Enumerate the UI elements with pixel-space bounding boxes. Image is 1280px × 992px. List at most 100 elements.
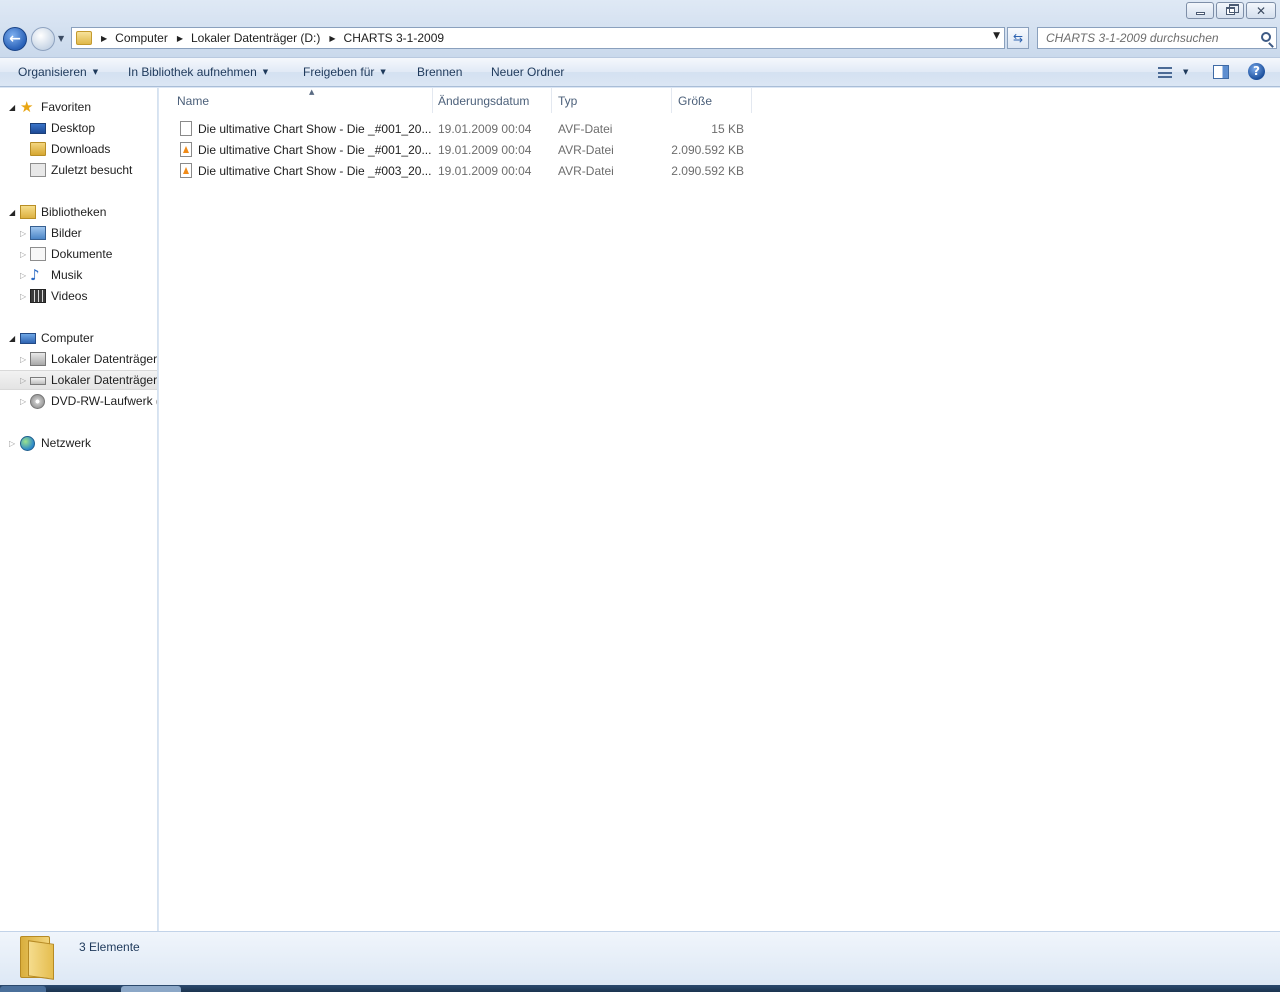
- file-row[interactable]: Die ultimative Chart Show - Die _#001_20…: [172, 140, 752, 160]
- organize-label: Organisieren: [18, 65, 87, 79]
- file-row[interactable]: Die ultimative Chart Show - Die _#001_20…: [172, 119, 752, 139]
- breadcrumb-separator-icon[interactable]: ▶: [101, 34, 107, 43]
- folder-icon: [76, 31, 92, 45]
- nav-music-label: Musik: [51, 268, 83, 282]
- file-name[interactable]: Die ultimative Chart Show - Die _#003_20…: [198, 164, 431, 178]
- computer-icon: [20, 332, 36, 344]
- libraries-icon: [20, 205, 36, 219]
- restore-button[interactable]: [1216, 2, 1244, 19]
- address-dropdown-icon[interactable]: ▼: [993, 31, 1000, 41]
- network-icon: [20, 435, 35, 451]
- view-details-icon[interactable]: [1158, 67, 1172, 78]
- chevron-down-icon: ▼: [262, 68, 269, 76]
- share-label: Freigeben für: [303, 65, 375, 79]
- nav-favorites[interactable]: ◢ ★ Favoriten: [0, 97, 157, 117]
- navigation-pane: ◢ ★ Favoriten Desktop Downloads Zuletzt …: [0, 88, 158, 931]
- music-icon: ♪: [30, 266, 40, 284]
- column-header-date-label: Änderungsdatum: [438, 94, 530, 108]
- desktop-icon: [30, 123, 46, 134]
- expand-arrow-icon[interactable]: ▷: [20, 376, 26, 385]
- breadcrumb-drive[interactable]: Lokaler Datenträger (D:): [191, 31, 320, 45]
- nav-favorites-label: Favoriten: [41, 100, 92, 114]
- taskbar-button[interactable]: [121, 986, 181, 992]
- new-folder-button[interactable]: Neuer Ordner: [491, 65, 564, 79]
- include-library-menu[interactable]: In Bibliothek aufnehmen ▼: [128, 65, 268, 79]
- nav-network[interactable]: ▷ Netzwerk: [0, 433, 157, 453]
- videos-icon: [30, 289, 46, 303]
- nav-documents[interactable]: ▷ Dokumente: [0, 244, 157, 264]
- chevron-down-icon: ▼: [380, 68, 386, 76]
- expand-arrow-icon[interactable]: ▷: [20, 355, 26, 364]
- help-icon[interactable]: ?: [1248, 63, 1265, 80]
- close-button[interactable]: ✕: [1246, 2, 1276, 19]
- nav-downloads[interactable]: Downloads: [0, 139, 157, 159]
- nav-computer[interactable]: ◢ Computer: [0, 328, 157, 348]
- nav-libraries[interactable]: ◢ Bibliotheken: [0, 202, 157, 222]
- system-drive-icon: [30, 352, 46, 366]
- search-box[interactable]: [1037, 27, 1277, 49]
- file-list[interactable]: ▲ Name Änderungsdatum Typ Größe Die ulti…: [159, 88, 1280, 931]
- nav-desktop-label: Desktop: [51, 121, 96, 135]
- nav-pictures[interactable]: ▷ Bilder: [0, 223, 157, 243]
- back-button[interactable]: ←: [3, 27, 27, 51]
- minimize-button[interactable]: [1186, 2, 1214, 19]
- breadcrumb-separator-icon[interactable]: ▶: [329, 34, 335, 43]
- forward-button[interactable]: [31, 27, 55, 51]
- refresh-icon: ⇆: [1012, 31, 1024, 45]
- file-name[interactable]: Die ultimative Chart Show - Die _#001_20…: [198, 143, 431, 157]
- nav-dvd-label: DVD-RW-Laufwerk (: [51, 394, 158, 408]
- collapse-arrow-icon[interactable]: ◢: [9, 334, 15, 343]
- title-bar: ✕ ← ▼ ▶ Computer ▶ Lokaler Datenträger (…: [0, 0, 1280, 58]
- nav-videos-label: Videos: [51, 289, 88, 303]
- collapse-arrow-icon[interactable]: ◢: [9, 103, 15, 112]
- sort-ascending-icon: ▲: [309, 88, 315, 96]
- organize-menu[interactable]: Organisieren ▼: [18, 65, 98, 79]
- pictures-icon: [30, 226, 46, 240]
- share-menu[interactable]: Freigeben für ▼: [303, 65, 386, 79]
- breadcrumb-separator-icon[interactable]: ▶: [177, 34, 183, 43]
- hard-drive-icon: [30, 377, 46, 385]
- expand-arrow-icon[interactable]: ▷: [20, 397, 26, 406]
- expand-arrow-icon[interactable]: ▷: [20, 250, 26, 259]
- file-row[interactable]: Die ultimative Chart Show - Die _#003_20…: [172, 161, 752, 181]
- column-header-size-label: Größe: [678, 94, 713, 108]
- recent-places-icon: [30, 163, 46, 177]
- details-pane: 3 Elemente: [0, 931, 1280, 985]
- start-button[interactable]: [0, 986, 46, 992]
- file-type: AVF-Datei: [558, 122, 613, 136]
- column-header-date[interactable]: Änderungsdatum: [432, 88, 552, 113]
- nav-drive-c[interactable]: ▷ Lokaler Datenträger: [0, 349, 157, 369]
- column-header-size[interactable]: Größe: [672, 88, 752, 113]
- nav-dvd[interactable]: ▷ DVD-RW-Laufwerk (: [0, 391, 158, 411]
- search-input[interactable]: [1038, 28, 1248, 48]
- downloads-folder-icon: [30, 142, 46, 156]
- file-date: 19.01.2009 00:04: [438, 143, 532, 157]
- burn-button[interactable]: Brennen: [417, 65, 462, 79]
- refresh-button[interactable]: ⇆: [1007, 27, 1029, 49]
- nav-documents-label: Dokumente: [51, 247, 113, 261]
- expand-arrow-icon[interactable]: ▷: [20, 292, 26, 301]
- collapse-arrow-icon[interactable]: ◢: [9, 208, 15, 217]
- search-icon[interactable]: [1261, 32, 1271, 42]
- preview-pane-icon[interactable]: [1213, 65, 1229, 79]
- address-bar[interactable]: ▶ Computer ▶ Lokaler Datenträger (D:) ▶ …: [71, 27, 1005, 49]
- nav-drive-d[interactable]: ▷ Lokaler Datenträger: [0, 370, 158, 390]
- expand-arrow-icon[interactable]: ▷: [20, 229, 26, 238]
- column-header-name-label: Name: [177, 94, 210, 108]
- recent-pages-dropdown[interactable]: ▼: [58, 34, 68, 44]
- expand-arrow-icon[interactable]: ▷: [9, 439, 15, 448]
- view-options-chevron-icon[interactable]: ▼: [1183, 68, 1188, 76]
- window-controls: ✕: [1184, 2, 1276, 19]
- include-library-label: In Bibliothek aufnehmen: [128, 65, 257, 79]
- column-header-type[interactable]: Typ: [552, 88, 672, 113]
- expand-arrow-icon[interactable]: ▷: [20, 271, 26, 280]
- nav-recent[interactable]: Zuletzt besucht: [0, 160, 157, 180]
- nav-music[interactable]: ▷ ♪ Musik: [0, 265, 157, 285]
- breadcrumb-computer[interactable]: Computer: [115, 31, 168, 45]
- breadcrumb-folder[interactable]: CHARTS 3-1-2009: [344, 31, 445, 45]
- column-header-name[interactable]: ▲ Name: [171, 88, 433, 113]
- nav-videos[interactable]: ▷ Videos: [0, 286, 157, 306]
- nav-drive-d-label: Lokaler Datenträger: [51, 373, 158, 387]
- nav-desktop[interactable]: Desktop: [0, 118, 157, 138]
- file-name[interactable]: Die ultimative Chart Show - Die _#001_20…: [198, 122, 431, 136]
